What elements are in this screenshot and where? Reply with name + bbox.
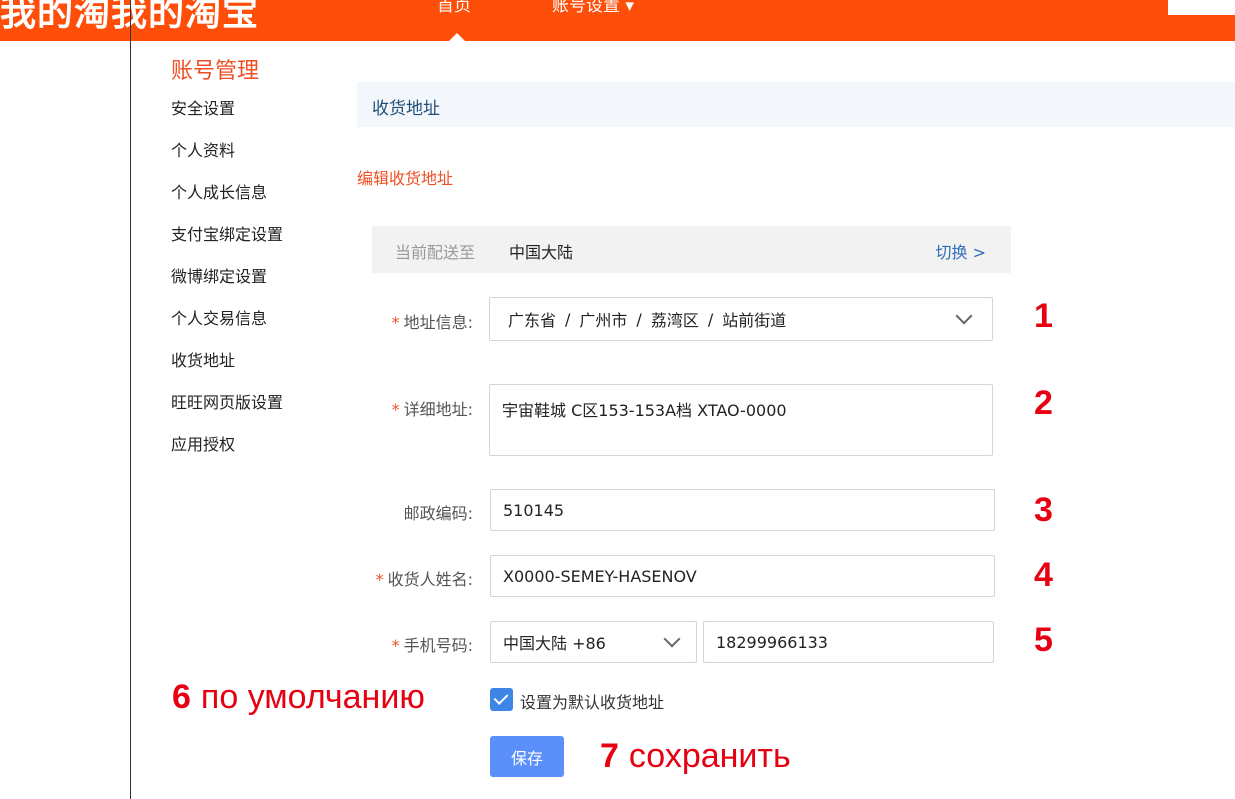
annotation-save: 7 сохранить (600, 737, 791, 776)
street-value: 站前街道 (722, 311, 787, 330)
required-marker: * (391, 313, 400, 332)
destination-label: 当前配送至 (395, 243, 476, 262)
sidebar-item-growth[interactable]: 个人成长信息 (171, 181, 283, 223)
sidebar-item-trade-info[interactable]: 个人交易信息 (171, 307, 283, 349)
phone-number-value: 18299966133 (716, 632, 828, 652)
switch-destination-link[interactable]: 切换 > (936, 239, 987, 263)
destination-bar: 当前配送至 中国大陆 切换 > (372, 226, 1011, 273)
recipient-name-input[interactable]: X0000-SEMEY-HASENOV (490, 555, 995, 597)
active-nav-indicator (449, 33, 465, 41)
address-region-select[interactable]: 广东省 / 广州市 / 荔湾区 / 站前街道 (489, 297, 993, 341)
top-nav-bar: 我的淘我的淘宝 首页 账号设置 ▾ (0, 0, 1235, 41)
annotation-number-2: 2 (1034, 384, 1053, 422)
region-separator: / (707, 309, 714, 329)
section-header: 收货地址 (357, 82, 1235, 127)
required-marker: * (391, 400, 400, 419)
city-value: 广州市 (579, 311, 628, 330)
sidebar-item-security[interactable]: 安全设置 (171, 97, 283, 139)
nav-home-link[interactable]: 首页 (437, 0, 471, 16)
country-code-value: 中国大陆 +86 (503, 634, 606, 653)
save-button[interactable]: 保存 (490, 736, 564, 777)
sidebar-item-app-auth[interactable]: 应用授权 (171, 433, 283, 475)
postcode-input[interactable]: 510145 (490, 489, 995, 531)
sidebar-item-address[interactable]: 收货地址 (171, 349, 283, 391)
edit-address-title: 编辑收货地址 (357, 169, 454, 188)
annotation-number-4: 4 (1034, 556, 1053, 594)
postcode-label: 邮政编码: (403, 504, 473, 523)
top-right-box (1168, 0, 1235, 15)
annotation-number-1: 1 (1034, 297, 1053, 335)
chevron-down-icon (955, 307, 973, 325)
annotation-number-6: 6 (172, 678, 191, 716)
default-address-checkbox[interactable] (490, 688, 513, 711)
country-code-select[interactable]: 中国大陆 +86 (490, 621, 697, 663)
sidebar-item-weibo[interactable]: 微博绑定设置 (171, 265, 283, 307)
sidebar-item-alipay[interactable]: 支付宝绑定设置 (171, 223, 283, 265)
address-label: * 地址信息: (391, 313, 473, 332)
annotation-default: 6 по умолчанию (172, 678, 425, 717)
destination-value: 中国大陆 (509, 243, 574, 262)
postcode-value: 510145 (503, 500, 565, 520)
district-value: 荔湾区 (650, 311, 699, 330)
divider-line (130, 0, 131, 799)
sidebar-item-profile[interactable]: 个人资料 (171, 139, 283, 181)
region-separator: / (636, 309, 642, 329)
annotation-number-5: 5 (1034, 621, 1053, 659)
chevron-down-icon (663, 630, 681, 648)
annotation-save-text: сохранить (628, 737, 791, 775)
annotation-number-3: 3 (1034, 491, 1053, 529)
phone-number-input[interactable]: 18299966133 (703, 621, 994, 663)
annotation-default-text: по умолчанию (200, 678, 425, 716)
section-title: 收货地址 (372, 99, 440, 119)
recipient-name-value: X0000-SEMEY-HASENOV (503, 566, 697, 586)
default-address-label[interactable]: 设置为默认收货地址 (520, 689, 664, 713)
phone-label: * 手机号码: (391, 636, 473, 655)
detail-address-label: * 详细地址: (391, 400, 473, 419)
sidebar-item-wangwang[interactable]: 旺旺网页版设置 (171, 391, 283, 433)
detail-address-value: 宇宙鞋城 C区153-153A档 XTAO-0000 (502, 401, 787, 420)
annotation-number-7: 7 (600, 737, 619, 775)
required-marker: * (391, 636, 400, 655)
region-separator: / (565, 309, 571, 329)
province-value: 广东省 (508, 311, 557, 330)
recipient-name-label: * 收货人姓名: (375, 570, 473, 589)
detail-address-textarea[interactable]: 宇宙鞋城 C区153-153A档 XTAO-0000 (489, 384, 993, 456)
sidebar-menu: 安全设置 个人资料 个人成长信息 支付宝绑定设置 微博绑定设置 个人交易信息 收… (171, 97, 283, 475)
sidebar-title: 账号管理 (171, 59, 260, 84)
nav-account-settings-link[interactable]: 账号设置 ▾ (552, 0, 634, 16)
required-marker: * (375, 570, 384, 589)
